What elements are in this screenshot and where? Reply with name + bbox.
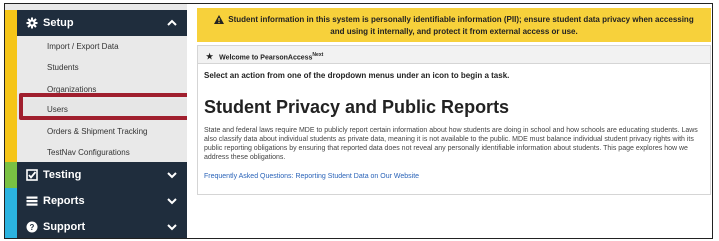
- chevron-down-icon: [167, 172, 177, 179]
- reports-stripe: [5, 188, 17, 214]
- testing-label: Testing: [43, 169, 82, 181]
- main-content: Student information in this system is pe…: [187, 4, 712, 238]
- reports-label: Reports: [43, 195, 85, 207]
- faq-link[interactable]: Frequently Asked Questions: Reporting St…: [204, 173, 419, 180]
- page-title: Student Privacy and Public Reports: [204, 97, 510, 117]
- setup-submenu-stripe: [5, 36, 17, 162]
- setup-label: Setup: [43, 17, 74, 29]
- welcome-title: Welcome to PearsonAccess: [219, 54, 313, 62]
- nav-testing[interactable]: Testing: [5, 162, 187, 188]
- sidebar-item-orders-shipment[interactable]: Orders & Shipment Tracking: [17, 121, 187, 142]
- warning-icon: [214, 15, 225, 24]
- sidebar: Setup Import / Export Data Students Orga…: [5, 4, 191, 238]
- screenshot-frame: Setup Import / Export Data Students Orga…: [4, 3, 713, 239]
- chevron-up-icon: [167, 19, 177, 26]
- testing-stripe: [5, 162, 17, 188]
- chevron-down-icon: [167, 224, 177, 231]
- support-label: Support: [43, 221, 86, 233]
- welcome-title-sup: Next: [312, 52, 324, 58]
- star-icon: ★: [206, 52, 214, 62]
- nav-setup[interactable]: Setup: [5, 10, 187, 36]
- checkbox-icon: [26, 169, 38, 181]
- gear-icon: [26, 17, 38, 29]
- pii-warning-text: Student information in this system is pe…: [228, 15, 694, 36]
- list-icon: [26, 196, 38, 206]
- nav-reports[interactable]: Reports: [5, 188, 187, 214]
- support-stripe: [5, 214, 17, 238]
- nav-support[interactable]: ? Support: [5, 214, 187, 238]
- privacy-body-text: State and federal laws require MDE to pu…: [204, 127, 698, 161]
- welcome-card: ★ Welcome to PearsonAccessNext Select an …: [197, 45, 711, 195]
- users-highlight-box: [19, 93, 191, 120]
- welcome-header: ★ Welcome to PearsonAccessNext: [198, 46, 710, 64]
- sidebar-item-students[interactable]: Students: [17, 57, 187, 78]
- question-icon: ?: [26, 221, 38, 233]
- chevron-down-icon: [167, 198, 177, 205]
- setup-stripe: [5, 10, 17, 36]
- select-action-message: Select an action from one of the dropdow…: [204, 71, 510, 80]
- pii-warning-banner: Student information in this system is pe…: [197, 8, 711, 42]
- svg-text:?: ?: [30, 223, 35, 232]
- sidebar-item-testnav-config[interactable]: TestNav Configurations: [17, 142, 187, 163]
- sidebar-item-import-export[interactable]: Import / Export Data: [17, 36, 187, 57]
